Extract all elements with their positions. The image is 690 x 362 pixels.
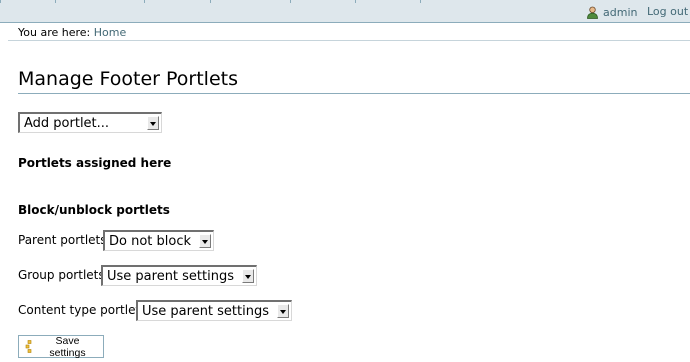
breadcrumb-prefix: You are here: bbox=[18, 26, 91, 39]
parent-portlets-label: Parent portlets: bbox=[18, 233, 111, 247]
user-icon bbox=[586, 6, 599, 19]
block-portlets-heading: Block/unblock portlets bbox=[18, 203, 170, 217]
tab-divider bbox=[355, 0, 356, 3]
content-type-portlets-label: Content type portlets: bbox=[18, 303, 151, 317]
page-title: Manage Footer Portlets bbox=[18, 68, 238, 90]
save-icon bbox=[25, 340, 36, 353]
user-link[interactable]: admin bbox=[586, 5, 637, 19]
chevron-down-icon bbox=[199, 234, 211, 248]
tab-divider bbox=[55, 0, 56, 3]
tab-divider bbox=[290, 0, 291, 3]
parent-portlets-select-value: Do not block bbox=[109, 234, 192, 249]
group-portlets-label: Group portlets: bbox=[18, 268, 109, 282]
assigned-portlets-heading: Portlets assigned here bbox=[18, 156, 172, 170]
personal-bar: admin Log out bbox=[0, 0, 690, 23]
page: admin Log out You are here: Home Manage … bbox=[0, 0, 690, 362]
tab-divider bbox=[144, 0, 145, 3]
chevron-down-icon bbox=[242, 269, 254, 283]
content-type-portlets-select-value: Use parent settings bbox=[142, 304, 270, 319]
add-portlet-select-value: Add portlet... bbox=[24, 116, 110, 131]
parent-portlets-select[interactable]: Do not block bbox=[103, 230, 214, 251]
tab-divider bbox=[0, 0, 1, 3]
chevron-down-icon bbox=[277, 304, 289, 318]
logout-link[interactable]: Log out bbox=[647, 5, 688, 18]
breadcrumb-divider bbox=[8, 40, 690, 41]
user-name: admin bbox=[603, 5, 638, 19]
content-type-portlets-select[interactable]: Use parent settings bbox=[136, 300, 292, 321]
breadcrumb: You are here: Home bbox=[18, 26, 126, 39]
group-portlets-select-value: Use parent settings bbox=[107, 269, 235, 284]
group-portlets-select[interactable]: Use parent settings bbox=[101, 265, 257, 286]
breadcrumb-home-link[interactable]: Home bbox=[94, 26, 126, 39]
title-divider bbox=[18, 93, 690, 94]
save-settings-button[interactable]: Save settings bbox=[18, 334, 104, 359]
add-portlet-select[interactable]: Add portlet... bbox=[18, 112, 162, 133]
tab-divider bbox=[420, 0, 421, 3]
save-settings-label: Save settings bbox=[49, 334, 86, 359]
tab-divider bbox=[210, 0, 211, 3]
chevron-down-icon bbox=[147, 116, 159, 130]
